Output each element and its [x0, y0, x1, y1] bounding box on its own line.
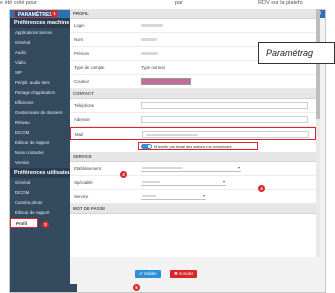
notify-toggle-group[interactable]: M'avertir par email des actions me conce… [138, 142, 258, 150]
section-password-header: MOT DE PASSE [70, 204, 316, 214]
callout-marker-3: 3 [120, 171, 127, 178]
etablissement-value-redacted [142, 167, 182, 169]
notify-label: M'avertir par email des actions me conce… [154, 144, 232, 149]
sidebar-section-utilisateur: Préférences utilisateur [10, 168, 77, 178]
nom-label: Nom [74, 37, 84, 42]
callout-marker-1: 1 [51, 10, 58, 17]
background-text-left: e été créé pour [0, 0, 37, 6]
prenom-label: Prénom [74, 51, 90, 56]
sidebar-item-video[interactable]: Vidéo [10, 58, 77, 68]
background-document-text: e été créé pour par RDV sur la platefo [0, 0, 335, 9]
callout-marker-4: 4 [258, 185, 265, 192]
annuler-button[interactable]: ✖ Annuler [170, 270, 198, 278]
adresse-row: Adresse [70, 113, 316, 127]
telephone-row: Téléphone [70, 99, 316, 113]
sidebar-item-general[interactable]: Général [10, 38, 77, 48]
sidebar-item-dossiers[interactable]: Gestionnaire de dossiers [10, 108, 77, 118]
specialite-value-redacted [142, 181, 160, 183]
annotation-text: Paramétrag [266, 48, 314, 58]
etablissement-row: Etablissement ▾ [70, 162, 316, 176]
service-row: Service ▾ [70, 190, 316, 204]
section-contact-header: CONTACT [70, 89, 316, 99]
service-value-redacted [142, 195, 156, 197]
login-row: Login [70, 19, 316, 33]
sidebar-item-applications-tierces[interactable]: Applications tierces [10, 28, 77, 38]
color-swatch[interactable] [141, 78, 191, 85]
mail-label: Mail [75, 132, 83, 137]
sidebar-item-dicom[interactable]: DICOM [10, 128, 77, 138]
adresse-label: Adresse [74, 117, 90, 122]
form-footer: ✔ Valider ✖ Annuler [70, 257, 316, 284]
background-text-mid: par [175, 0, 183, 6]
notify-toggle-switch[interactable] [141, 144, 152, 149]
sidebar-item-reseau[interactable]: Réseau [10, 118, 77, 128]
sidebar-item-user-dicom[interactable]: DICOM [10, 188, 77, 198]
mail-input[interactable] [142, 131, 309, 138]
sidebar-item-sip[interactable]: SIP [10, 68, 77, 78]
telephone-label: Téléphone [74, 103, 95, 108]
prenom-value-redacted [141, 52, 158, 55]
valider-button[interactable]: ✔ Valider [135, 270, 161, 278]
annotation-box: Paramétrag [258, 42, 335, 64]
chevron-down-icon: ▾ [202, 193, 205, 198]
specialite-label: Spécialité [74, 180, 93, 185]
sidebar-item-periph-audio[interactable]: Périph. audio tiers [10, 78, 77, 88]
mail-value-redacted [146, 134, 198, 136]
sidebar-item-user-general[interactable]: Général [10, 178, 77, 188]
mail-row: Mail [70, 127, 316, 140]
sidebar-item-audio[interactable]: Audio [10, 48, 77, 58]
chevron-down-icon: ▾ [222, 179, 225, 184]
toggle-knob [148, 145, 151, 148]
couleur-label: Couleur [74, 79, 90, 84]
specialite-row: Spécialité ▾ [70, 176, 316, 190]
sidebar-item-profil[interactable]: Profil [10, 218, 38, 228]
telephone-input[interactable] [141, 102, 308, 109]
specialite-select[interactable]: ▾ [141, 179, 226, 186]
etablissement-label: Etablissement [74, 166, 101, 171]
chevron-down-icon: ▾ [237, 165, 240, 170]
sidebar-item-version[interactable]: Version [10, 158, 77, 168]
callout-marker-5: 5 [133, 284, 140, 291]
sidebar-section-machine: Préférences machine [10, 18, 77, 28]
sidebar-item-nous-contacter[interactable]: Nous contacter [10, 148, 77, 158]
etablissement-select[interactable]: ▾ [141, 165, 241, 172]
sidebar-item-editeur-rapport[interactable]: Éditeur de rapport [10, 138, 77, 148]
adresse-input[interactable] [141, 116, 308, 123]
type-value: Type normal [141, 65, 165, 70]
scrollbar-thumb[interactable] [316, 9, 320, 119]
notify-row: M'avertir par email des actions me conce… [70, 140, 316, 152]
section-profil-header: PROFIL [70, 9, 316, 19]
section-service-header: SERVICE [70, 152, 316, 162]
background-text-right: RDV sur la platefo [258, 0, 303, 6]
login-value-redacted [141, 24, 163, 27]
service-select[interactable]: ▾ [141, 193, 206, 200]
nom-value-redacted [141, 38, 157, 41]
sidebar-item-camera-photo[interactable]: Caméra photo [10, 198, 77, 208]
couleur-row: Couleur [70, 75, 316, 89]
settings-sidebar: Préférences machine Applications tierces… [10, 18, 77, 292]
sidebar-item-user-editeur[interactable]: Éditeur de rapport [10, 208, 77, 218]
service-label: Service [74, 194, 89, 199]
sidebar-item-partage[interactable]: Partage d'application [10, 88, 77, 98]
type-label: Type de compte [74, 65, 105, 70]
login-label: Login [74, 23, 85, 28]
sidebar-item-efficience[interactable]: Efficience [10, 98, 77, 108]
callout-marker-2: 2 [42, 221, 49, 228]
